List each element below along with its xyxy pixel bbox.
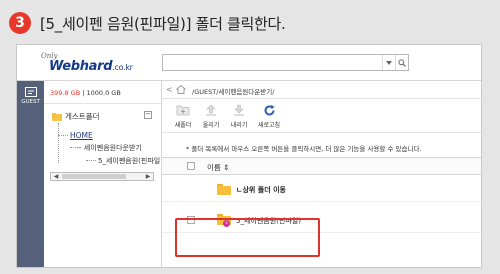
new-folder-icon: [176, 103, 190, 117]
context-menu-notice: * 폴더 목록에서 마우스 오른쪽 버튼을 클릭하시면, 더 많은 기능을 사용…: [186, 145, 422, 153]
tree-root-label: 게스트폴더: [65, 112, 100, 121]
tree-expand-icon[interactable]: −: [76, 144, 82, 152]
file-table-header: 이름 ⇕: [162, 157, 481, 175]
table-row-parent-folder[interactable]: ㄴ상위 폴더 이동: [162, 176, 481, 202]
file-toolbar: 새폴더 올리기 내리기 새로고침: [162, 101, 481, 133]
tree-item-download-folder[interactable]: − 세이펜음원다운받기: [76, 143, 142, 153]
tree-connector: [86, 160, 96, 161]
current-path: /GUEST/세이펜음원다운받기/: [192, 88, 275, 96]
logo-name: Webhard: [49, 59, 113, 74]
path-bar: < /GUEST/세이펜음원다운받기/: [162, 81, 481, 99]
tree-horizontal-scrollbar[interactable]: ◀ ▶: [50, 172, 154, 181]
guest-menu[interactable]: GUEST: [21, 87, 40, 113]
search-input[interactable]: [163, 55, 381, 70]
scroll-right-arrow-icon[interactable]: ▶: [143, 173, 153, 180]
chevron-down-icon: [385, 60, 392, 65]
upload-icon: [204, 103, 218, 117]
storage-total: 1000.0 GB: [86, 89, 121, 97]
download-button[interactable]: 내리기: [224, 103, 254, 129]
tree-root-item[interactable]: 게스트폴더: [52, 111, 100, 122]
logo-tld: .co.kr: [112, 63, 133, 72]
tree-connector: [58, 123, 59, 163]
storage-used: 399.8 GB: [50, 89, 81, 97]
tree-connector: [58, 135, 68, 136]
tree-item-home[interactable]: HOME: [70, 131, 93, 140]
upload-button[interactable]: 올리기: [196, 103, 226, 129]
upload-label: 올리기: [202, 122, 220, 129]
logo-brand: Webhard.co.kr: [49, 59, 133, 74]
target-highlight-box: [175, 218, 320, 257]
top-bar: Only Webhard.co.kr: [17, 45, 481, 81]
home-icon[interactable]: [176, 85, 186, 94]
storage-capacity: 399.8 GB | 1000.0 GB: [50, 89, 121, 97]
back-button[interactable]: <: [166, 85, 173, 94]
tree-item-pin-file-folder[interactable]: 5_세이펜음원(핀파일): [98, 156, 160, 166]
new-folder-label: 새폴더: [174, 122, 192, 129]
left-rail: GUEST: [17, 81, 44, 267]
step-instruction: [5_세이펜 음원(핀파일)] 폴더 클릭한다.: [40, 14, 286, 33]
step-header: 3 [5_세이펜 음원(핀파일)] 폴더 클릭한다.: [9, 8, 489, 38]
tree-collapse-toggle[interactable]: −: [144, 111, 152, 119]
refresh-icon: [262, 103, 276, 117]
refresh-label: 새로고침: [257, 122, 281, 129]
folder-icon: [217, 184, 231, 195]
download-icon: [232, 103, 246, 117]
select-all-checkbox[interactable]: [187, 162, 195, 170]
scrollbar-thumb[interactable]: [62, 174, 126, 179]
search-icon: [398, 58, 406, 67]
new-folder-button[interactable]: 새폴더: [168, 103, 198, 129]
search-box: [162, 54, 409, 71]
search-button[interactable]: [395, 55, 408, 70]
parent-folder-label: ㄴ상위 폴더 이동: [236, 186, 286, 194]
tree-item-label: 세이펜음원다운받기: [83, 144, 142, 152]
scroll-left-arrow-icon[interactable]: ◀: [51, 173, 61, 180]
column-header-name[interactable]: 이름 ⇕: [207, 162, 229, 173]
step-number-badge: 3: [9, 12, 31, 34]
guest-label: GUEST: [21, 99, 40, 105]
download-label: 내리기: [230, 122, 248, 129]
refresh-button[interactable]: 새로고침: [254, 103, 284, 129]
search-dropdown-button[interactable]: [382, 55, 394, 70]
folder-tree-panel: 399.8 GB | 1000.0 GB 게스트폴더 − HOME − 세이펜음…: [44, 81, 162, 267]
folder-icon: [52, 112, 62, 121]
guest-card-icon: [24, 87, 37, 97]
divider: [44, 103, 162, 104]
